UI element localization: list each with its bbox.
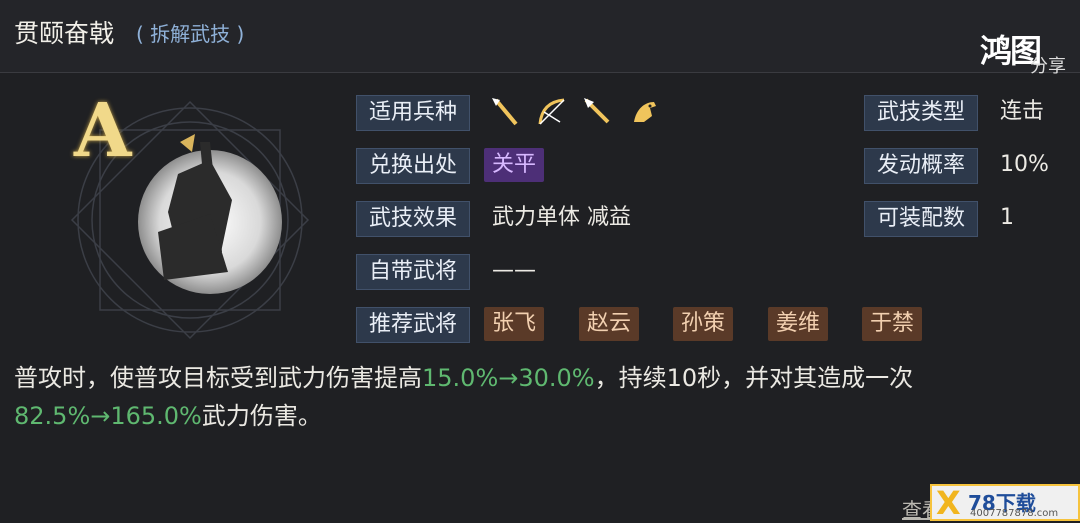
skill-subtitle: ( 拆解武技 ) [136, 22, 245, 46]
recommended-general[interactable]: 赵云 [579, 307, 640, 341]
badge-x-logo: X [936, 484, 961, 522]
recommended-general[interactable]: 姜维 [768, 307, 829, 341]
title-bar: 贯颐奋戟 ( 拆解武技 ) 鸿图 分享 [0, 0, 1080, 77]
recommended-general[interactable]: 孙策 [673, 307, 734, 341]
skill-grade: A [74, 88, 132, 174]
horse-icon [626, 94, 662, 130]
spear-infantry-icon [488, 94, 524, 130]
watermark-logo: 鸿图 分享 [974, 14, 1074, 77]
site-badge: X 78下载 4007787878.com [930, 484, 1080, 522]
effect-label: 武技效果 [356, 201, 470, 237]
damage-range: 82.5%→165.0% [14, 402, 202, 430]
source-label: 兑换出处 [356, 148, 470, 184]
recommended-general[interactable]: 于禁 [862, 307, 923, 341]
equip-count-label: 可装配数 [864, 201, 978, 237]
troop-types-icons [488, 94, 662, 130]
bow-icon [534, 94, 570, 130]
badge-url: 4007787878.com [970, 508, 1059, 519]
description-text: 武力伤害。 [201, 402, 322, 430]
equip-count-value: 1 [1000, 205, 1014, 230]
troop-types-label: 适用兵种 [356, 95, 470, 131]
damage-bonus-range: 15.0%→30.0% [422, 364, 595, 392]
skill-type-value: 连击 [1000, 99, 1045, 124]
watermark-share-text: 分享 [1030, 56, 1066, 77]
source-tag[interactable]: 关平 [484, 148, 545, 182]
skill-type-label: 武技类型 [864, 95, 978, 131]
trigger-rate-label: 发动概率 [864, 148, 978, 184]
own-general-label: 自带武将 [356, 254, 470, 290]
effect-value: 武力单体 减益 [492, 205, 631, 230]
skill-description: 普攻时，使普攻目标受到武力伤害提高15.0%→30.0%，持续10秒，并对其造成… [14, 359, 1064, 435]
own-general-value: —— [492, 258, 536, 283]
spear-icon [580, 94, 616, 130]
description-text: 普攻时，使普攻目标受到武力伤害提高 [14, 364, 422, 392]
skill-title: 贯颐奋戟 [14, 19, 115, 48]
recommended-general[interactable]: 张飞 [484, 307, 545, 341]
recommended-label: 推荐武将 [356, 307, 470, 343]
description-text: ，持续10秒，并对其造成一次 [594, 364, 914, 392]
trigger-rate-value: 10% [1000, 152, 1049, 177]
